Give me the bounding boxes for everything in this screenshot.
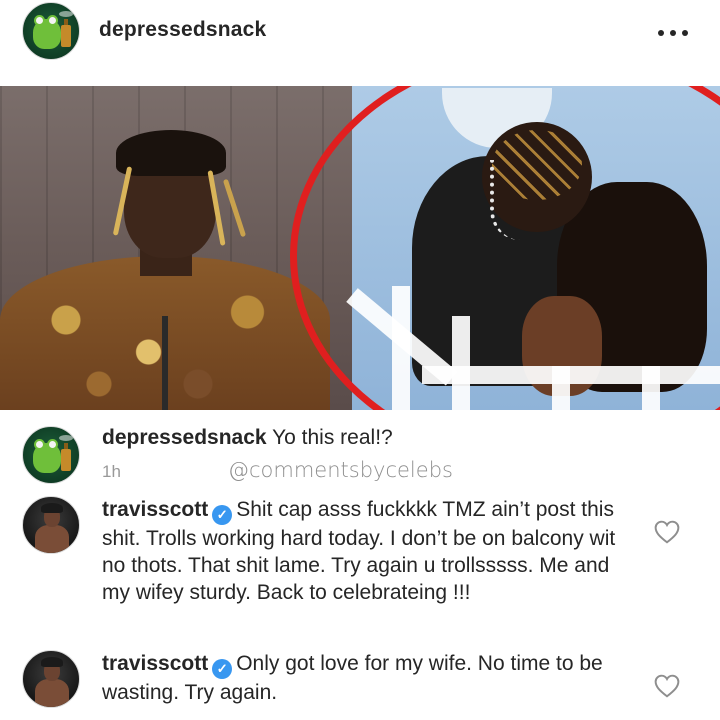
header-avatar[interactable] — [22, 2, 80, 60]
comment-avatar[interactable] — [22, 496, 80, 554]
verified-badge-icon: ✓ — [212, 659, 233, 679]
comment-body: Yo this real!? — [272, 426, 393, 449]
heart-icon[interactable] — [654, 520, 680, 544]
heart-icon[interactable] — [654, 674, 680, 698]
comment-text: depressedsnack Yo this real!? — [102, 424, 640, 451]
comment-2: travisscott ✓ Shit cap asss fuckkkk TMZ ai… — [0, 494, 720, 644]
header-username[interactable]: depressedsnack — [99, 18, 266, 42]
comment-1: depressedsnack Yo this real!? 1h @commen… — [0, 420, 720, 490]
verified-badge-icon: ✓ — [212, 505, 233, 525]
watermark: @commentsbycelebs — [228, 458, 453, 482]
post-image[interactable] — [0, 86, 720, 410]
comment-username[interactable]: travisscott — [102, 498, 208, 521]
comment-timestamp: 1h — [102, 462, 121, 481]
comment-username[interactable]: travisscott — [102, 652, 208, 675]
comment-avatar[interactable] — [22, 426, 80, 484]
post-header: depressedsnack — [0, 0, 720, 86]
comment-3: travisscott ✓ Only got love for my wife. N… — [0, 648, 720, 720]
comment-text: travisscott ✓ Shit cap asss fuckkkk TMZ ai… — [102, 496, 640, 606]
more-options-icon[interactable] — [658, 28, 688, 38]
comment-text: travisscott ✓ Only got love for my wife. N… — [102, 650, 640, 706]
comment-avatar[interactable] — [22, 650, 80, 708]
comment-username[interactable]: depressedsnack — [102, 426, 267, 449]
red-circle-highlight — [290, 86, 720, 410]
